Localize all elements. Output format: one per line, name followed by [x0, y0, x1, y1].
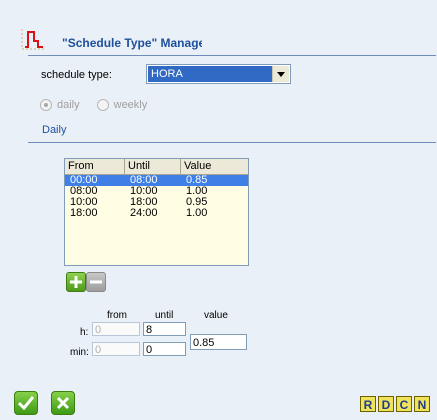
column-header-from[interactable]: From	[65, 159, 125, 174]
weekly-radio-label: weekly	[113, 99, 148, 111]
daily-radio[interactable]	[40, 99, 52, 111]
from-column-label: from	[107, 310, 127, 321]
schedule-type-label: schedule type:	[41, 69, 112, 81]
ok-button[interactable]	[14, 391, 38, 415]
section-divider	[28, 142, 436, 143]
schedule-chart-icon	[20, 26, 48, 52]
r-button[interactable]: R	[360, 396, 376, 412]
value-input[interactable]: 0.85	[190, 334, 247, 350]
minutes-label: min:	[70, 347, 89, 358]
cell-from: 18:00	[70, 207, 98, 219]
from-minute-input[interactable]: 0	[92, 342, 140, 356]
schedule-type-select[interactable]: HORA	[146, 64, 291, 84]
plus-icon	[70, 276, 82, 288]
close-icon	[56, 396, 70, 410]
cell-until: 24:00	[130, 207, 158, 219]
minus-icon	[90, 280, 102, 284]
value-column-label: value	[204, 310, 228, 321]
daily-radio-label: daily	[57, 99, 80, 111]
cancel-button[interactable]	[51, 391, 75, 415]
page-title: "Schedule Type" Manage	[62, 36, 202, 50]
section-title: Daily	[42, 124, 67, 136]
add-row-button[interactable]	[66, 272, 86, 292]
c-button[interactable]: C	[396, 396, 412, 412]
d-button[interactable]: D	[378, 396, 394, 412]
table-header: From Until Value	[65, 159, 248, 175]
hours-label: h:	[80, 327, 89, 338]
from-hour-input[interactable]: 0	[92, 322, 140, 336]
remove-row-button[interactable]	[86, 272, 106, 292]
until-minute-input[interactable]: 0	[143, 342, 186, 356]
check-icon	[18, 396, 34, 410]
until-hour-input[interactable]: 8	[143, 322, 186, 336]
frequency-radio-group: daily weekly	[40, 99, 147, 111]
weekly-radio[interactable]	[96, 99, 109, 111]
schedule-table: From Until Value 00:00 08:00 0.85 08:00 …	[64, 158, 249, 266]
column-header-until[interactable]: Until	[125, 159, 181, 174]
cell-value: 1.00	[186, 207, 208, 219]
table-row[interactable]: 18:00 24:00 1.00	[65, 208, 248, 219]
column-header-value[interactable]: Value	[181, 159, 248, 174]
title-divider	[28, 55, 436, 56]
chevron-down-icon[interactable]	[272, 66, 289, 82]
n-button[interactable]: N	[414, 396, 430, 412]
until-column-label: until	[155, 310, 174, 321]
schedule-type-value: HORA	[148, 66, 272, 82]
